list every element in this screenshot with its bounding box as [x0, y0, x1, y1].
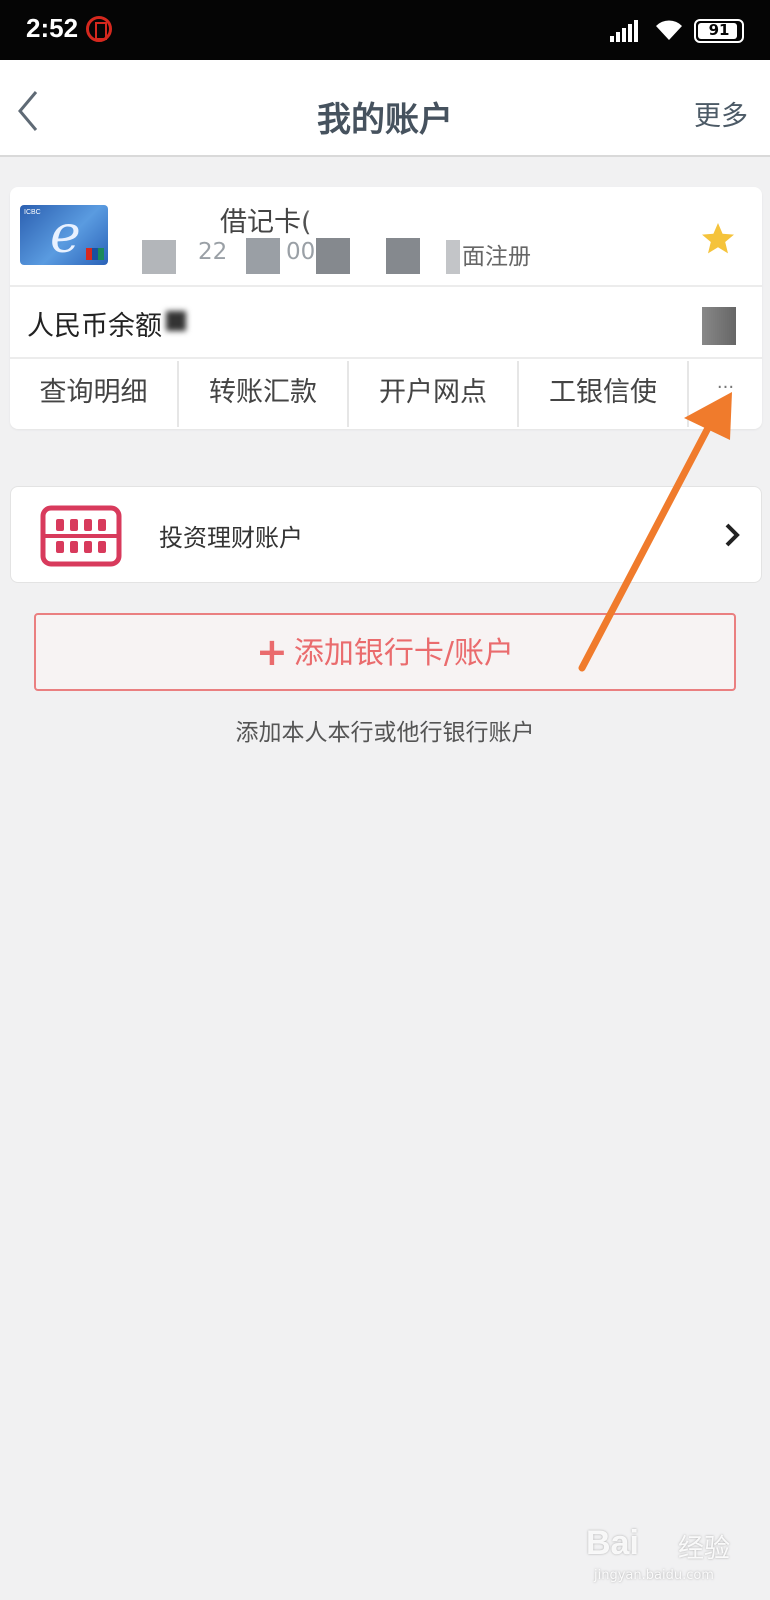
more-actions-button[interactable]: ···	[689, 361, 762, 427]
chevron-right-icon	[725, 523, 740, 547]
signal-icon	[610, 20, 646, 42]
battery-level: 91	[708, 21, 730, 39]
status-bar: 2:52 91	[0, 0, 770, 60]
card-number-redaction	[316, 238, 350, 274]
invest-account-row[interactable]: 投资理财账户	[10, 486, 762, 583]
page-title: 我的账户	[317, 100, 453, 140]
battery-icon: 91	[694, 19, 744, 43]
balance-label: 人民币余额	[27, 311, 162, 342]
watermark-brand2: 经验	[678, 1534, 731, 1564]
card-brand-logo: ICBC	[24, 209, 41, 216]
sms-notify-button[interactable]: 工银信使	[519, 361, 689, 427]
card-register-status: 面注册	[462, 244, 531, 270]
unionpay-logo	[86, 248, 104, 260]
plus-icon: +	[256, 630, 288, 674]
branch-button[interactable]: 开户网点	[349, 361, 519, 427]
card-actions: 查询明细 转账汇款 开户网点 工银信使 ···	[10, 361, 762, 427]
card-number-fragment: 22	[198, 239, 228, 265]
card-e-logo: e	[50, 205, 81, 265]
card-number-redaction	[386, 238, 420, 274]
baidu-jingyan-watermark: Bai 经验 jingyan.baidu.com	[586, 1524, 756, 1584]
card-name-redaction	[310, 201, 340, 231]
abacus-icon	[40, 505, 122, 567]
card-number-redaction	[246, 238, 280, 274]
card-number-fragment: 00	[286, 239, 316, 265]
watermark-url: jingyan.baidu.com	[594, 1568, 714, 1583]
more-button[interactable]: 更多	[694, 94, 748, 133]
transfer-button[interactable]: 转账汇款	[179, 361, 349, 427]
divider	[10, 357, 762, 359]
add-account-label: 添加银行卡/账户	[293, 636, 514, 671]
bank-card-panel: ICBC e 借记卡( 22 00 面注册 人民币余额 查询明细 转账汇款 开户…	[10, 187, 762, 429]
add-account-hint: 添加本人本行或他行银行账户	[235, 720, 535, 746]
card-number-redaction	[142, 240, 176, 274]
divider	[10, 285, 762, 287]
balance-chevron-icon[interactable]	[702, 307, 736, 345]
status-time: 2:52	[26, 13, 79, 43]
star-icon[interactable]	[700, 221, 736, 257]
watermark-brand: Bai	[586, 1524, 639, 1562]
card-image: ICBC e	[20, 205, 108, 265]
card-name: 借记卡(	[220, 207, 312, 238]
add-account-button[interactable]: + 添加银行卡/账户	[34, 613, 736, 691]
wifi-icon	[656, 20, 682, 40]
card-number-redaction	[446, 240, 460, 274]
bank-notification-icon	[86, 16, 112, 42]
query-details-button[interactable]: 查询明细	[10, 361, 179, 427]
balance-redaction	[166, 311, 186, 331]
invest-account-label: 投资理财账户	[159, 524, 303, 552]
